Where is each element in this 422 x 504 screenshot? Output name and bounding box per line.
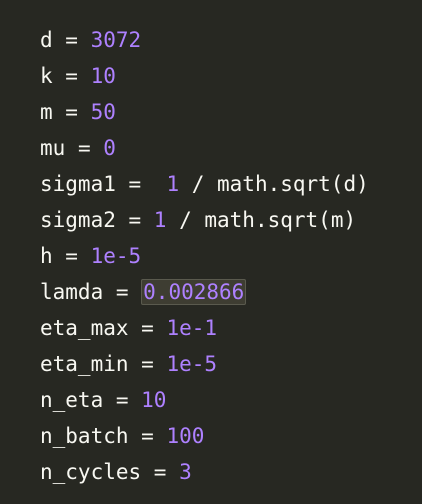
code-line-n-cycles[interactable]: n_cycles = 3 bbox=[40, 454, 422, 490]
assign-operator: = bbox=[103, 388, 142, 412]
assign-operator: = bbox=[128, 352, 167, 376]
variable-name: eta_max bbox=[40, 316, 129, 340]
number-literal: 1 bbox=[153, 208, 167, 232]
assign-operator: = bbox=[52, 64, 91, 88]
code-line-eta-min[interactable]: eta_min = 1e-5 bbox=[40, 346, 422, 382]
number-literal: 1e-5 bbox=[166, 352, 218, 376]
assign-operator: = bbox=[141, 460, 180, 484]
variable-name: d bbox=[40, 28, 53, 52]
variable-name: n_eta bbox=[40, 388, 104, 412]
code-line-eta-max[interactable]: eta_max = 1e-1 bbox=[40, 310, 422, 346]
number-literal: 50 bbox=[90, 100, 116, 124]
variable-name: h bbox=[40, 244, 53, 268]
code-line-k[interactable]: k = 10 bbox=[40, 58, 422, 94]
number-literal: 100 bbox=[166, 424, 205, 448]
code-line-n-eta[interactable]: n_eta = 10 bbox=[40, 382, 422, 418]
assign-operator: = bbox=[128, 424, 167, 448]
variable-name: eta_min bbox=[40, 352, 129, 376]
expression-rest: / math.sqrt(d) bbox=[179, 172, 369, 196]
variable-name: sigma2 bbox=[40, 208, 116, 232]
assign-operator: = bbox=[115, 208, 154, 232]
number-literal: 3072 bbox=[90, 28, 142, 52]
assign-operator: = bbox=[52, 100, 91, 124]
number-literal: 1e-5 bbox=[90, 244, 142, 268]
variable-name: sigma1 bbox=[40, 172, 116, 196]
code-line-lamda[interactable]: lamda = 0.002866 bbox=[40, 274, 422, 310]
variable-name: mu bbox=[40, 136, 66, 160]
assign-operator: = bbox=[52, 28, 91, 52]
number-literal: 1e-1 bbox=[166, 316, 218, 340]
code-line-m[interactable]: m = 50 bbox=[40, 94, 422, 130]
assign-operator: = bbox=[128, 316, 167, 340]
code-line-sigma1[interactable]: sigma1 = 1 / math.sqrt(d) bbox=[40, 166, 422, 202]
assign-operator: = bbox=[52, 244, 91, 268]
variable-name: m bbox=[40, 100, 53, 124]
number-literal: 3 bbox=[179, 460, 192, 484]
number-literal: 0 bbox=[103, 136, 116, 160]
code-editor[interactable]: d = 3072 k = 10 m = 50 mu = 0 sigma1 = 1… bbox=[0, 0, 422, 504]
assign-operator: = bbox=[65, 136, 104, 160]
assign-operator: = bbox=[115, 172, 167, 196]
code-line-n-batch[interactable]: n_batch = 100 bbox=[40, 418, 422, 454]
assign-operator: = bbox=[103, 280, 142, 304]
number-literal: 10 bbox=[141, 388, 167, 412]
variable-name: n_batch bbox=[40, 424, 129, 448]
code-line-mu[interactable]: mu = 0 bbox=[40, 130, 422, 166]
variable-name: k bbox=[40, 64, 53, 88]
code-line-d[interactable]: d = 3072 bbox=[40, 22, 422, 58]
code-line-h[interactable]: h = 1e-5 bbox=[40, 238, 422, 274]
number-literal: 1 bbox=[166, 172, 180, 196]
number-literal: 10 bbox=[90, 64, 116, 88]
highlighted-number-literal[interactable]: 0.002866 bbox=[141, 279, 247, 305]
variable-name: lamda bbox=[40, 280, 104, 304]
variable-name: n_cycles bbox=[40, 460, 142, 484]
expression-rest: / math.sqrt(m) bbox=[166, 208, 357, 232]
code-line-sigma2[interactable]: sigma2 = 1 / math.sqrt(m) bbox=[40, 202, 422, 238]
